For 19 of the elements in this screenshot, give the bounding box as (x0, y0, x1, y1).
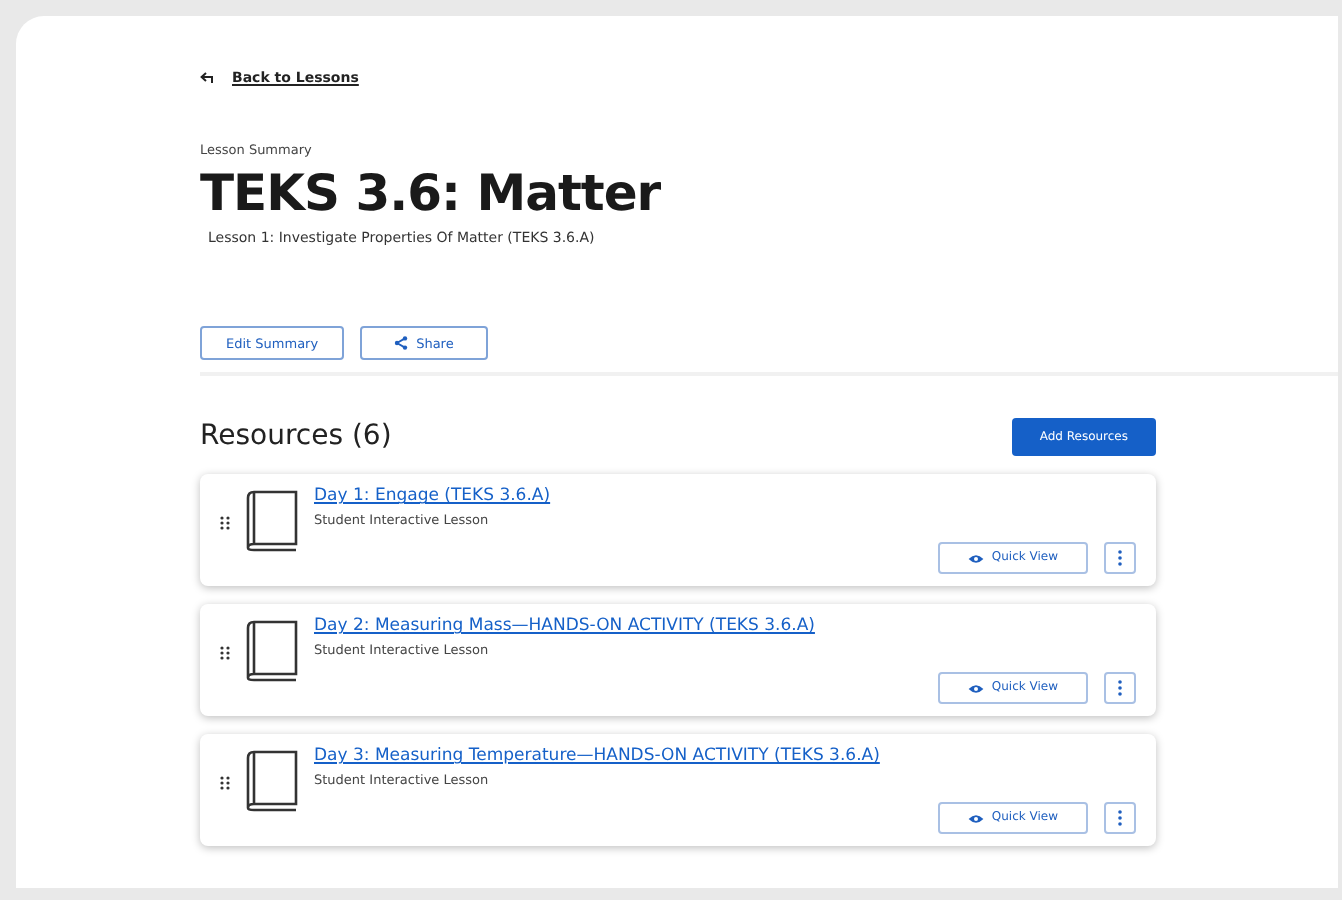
book-icon (246, 490, 298, 553)
more-options-button[interactable] (1104, 802, 1136, 835)
book-icon (246, 620, 298, 683)
share-icon (394, 336, 409, 351)
drag-handle-icon[interactable] (220, 645, 230, 660)
resource-title-link[interactable]: Day 1: Engage (TEKS 3.6.A) (314, 486, 551, 507)
eye-icon (967, 813, 984, 824)
eye-icon (967, 683, 984, 694)
resource-title-link[interactable]: Day 3: Measuring Temperature—HANDS-ON ACTIVITY (TEKS 3.6.A) (314, 746, 880, 767)
more-options-button[interactable] (1104, 542, 1136, 575)
lesson-title: TEKS 3.6: Matter (200, 166, 663, 222)
drag-handle-icon[interactable] (220, 775, 230, 790)
drag-handle-icon[interactable] (220, 515, 230, 530)
resources-heading: Resources (6) (200, 418, 392, 457)
back-arrow-icon (200, 72, 216, 85)
resource-title-link[interactable]: Day 2: Measuring Mass—HANDS-ON ACTIVITY (TEKS 3.6.A) (314, 616, 815, 637)
book-icon (246, 750, 298, 813)
eye-icon (967, 553, 984, 564)
more-options-button[interactable] (1104, 672, 1136, 705)
